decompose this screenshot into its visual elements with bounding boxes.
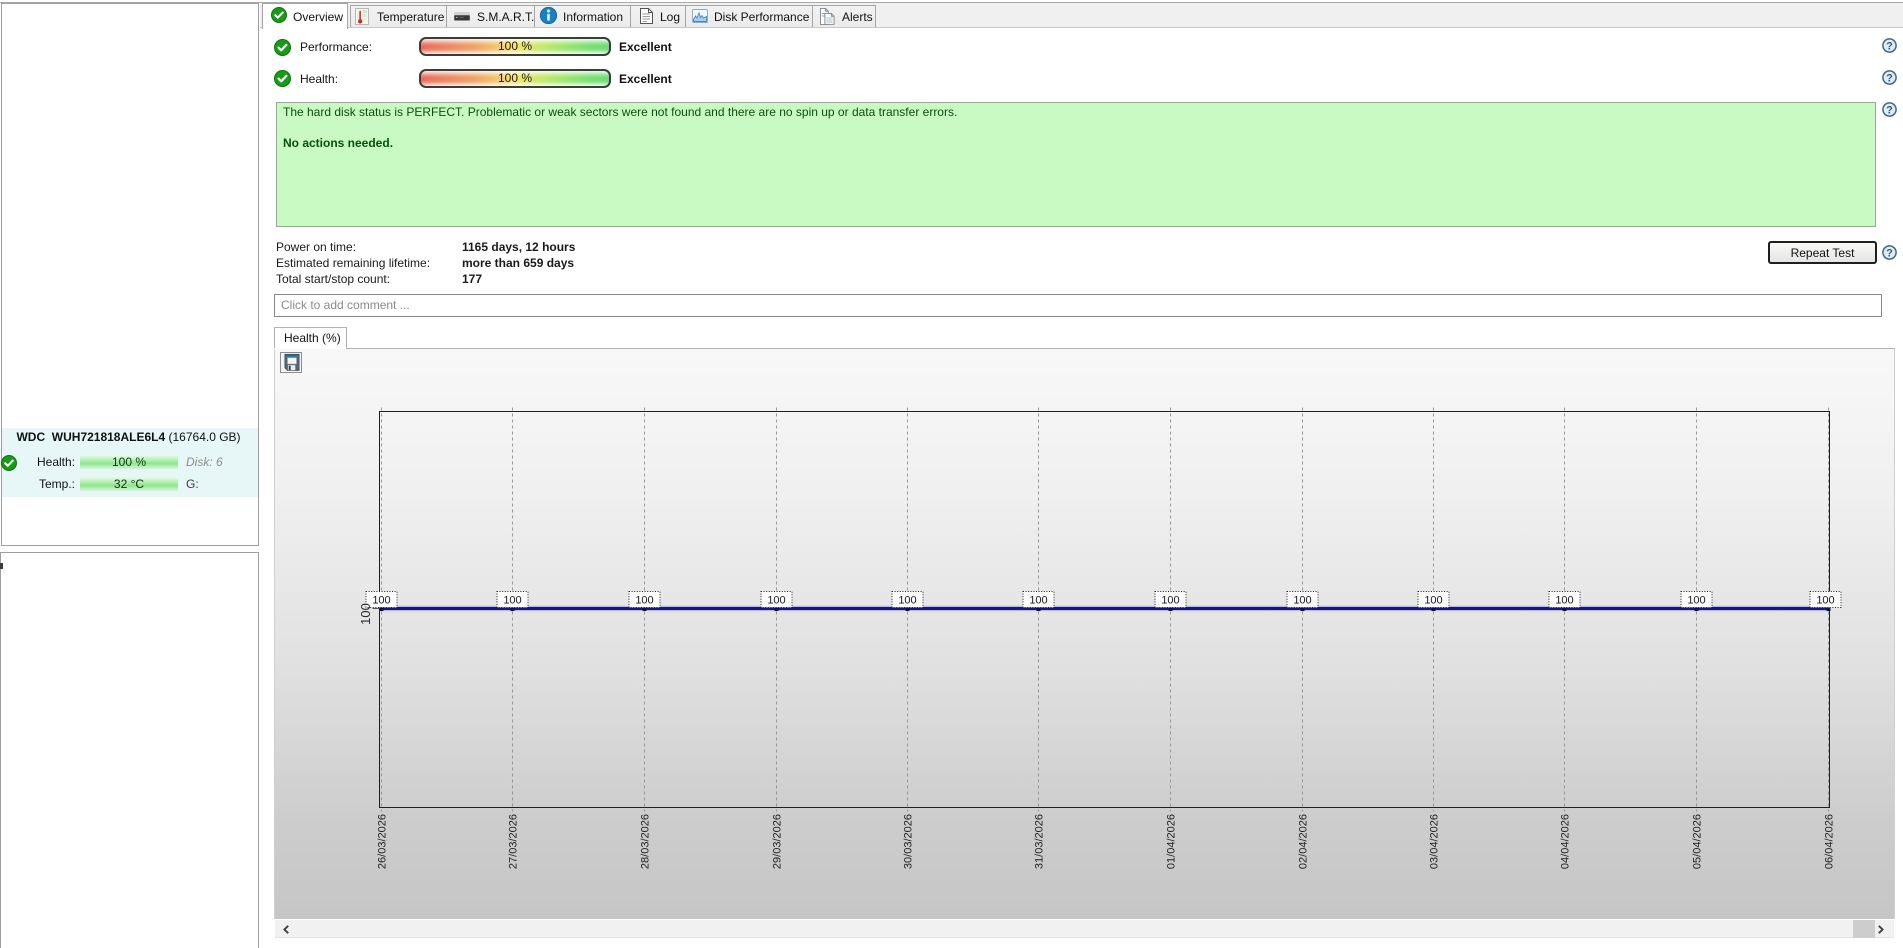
svg-text:100: 100	[372, 595, 390, 607]
svg-text:29/03/2026: 29/03/2026	[772, 814, 784, 869]
svg-text:05/04/2026: 05/04/2026	[1692, 814, 1704, 869]
svg-text:?: ?	[1886, 40, 1893, 52]
svg-text:100: 100	[1293, 595, 1311, 607]
svg-text:30/03/2026: 30/03/2026	[903, 814, 915, 869]
svg-text:04/04/2026: 04/04/2026	[1560, 814, 1572, 869]
svg-text:100: 100	[767, 595, 785, 607]
svg-text:100: 100	[1816, 595, 1834, 607]
svg-text:100: 100	[898, 595, 916, 607]
svg-text:02/04/2026: 02/04/2026	[1298, 814, 1310, 869]
svg-text:03/04/2026: 03/04/2026	[1429, 814, 1441, 869]
svg-text:27/03/2026: 27/03/2026	[508, 814, 520, 869]
svg-text:100: 100	[1687, 595, 1705, 607]
svg-text:26/03/2026: 26/03/2026	[377, 814, 389, 869]
svg-text:?: ?	[1886, 247, 1893, 259]
svg-text:100: 100	[358, 603, 373, 625]
svg-text:100: 100	[1424, 595, 1442, 607]
svg-text:?: ?	[1886, 72, 1893, 84]
svg-text:06/04/2026: 06/04/2026	[1824, 814, 1836, 869]
svg-text:100: 100	[1161, 595, 1179, 607]
svg-text:100: 100	[635, 595, 653, 607]
svg-text:100: 100	[1555, 595, 1573, 607]
svg-text:100: 100	[503, 595, 521, 607]
svg-text:100: 100	[1029, 595, 1047, 607]
svg-text:01/04/2026: 01/04/2026	[1166, 814, 1178, 869]
svg-text:?: ?	[1886, 104, 1893, 116]
svg-text:28/03/2026: 28/03/2026	[640, 814, 652, 869]
svg-text:31/03/2026: 31/03/2026	[1034, 814, 1046, 869]
